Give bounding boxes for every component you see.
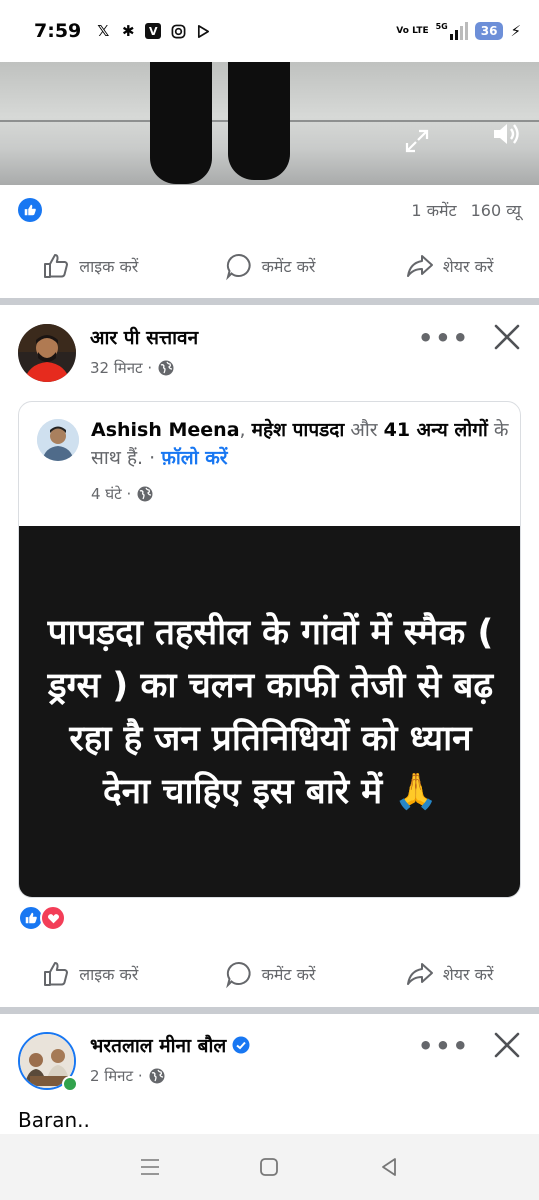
post-stats: 1 कमेंट 160 व्यू	[0, 185, 539, 235]
post-divider	[0, 298, 539, 305]
share-arrow-icon	[406, 255, 433, 277]
shared-post-tagline: Ashish Meena, महेश पापडदा और 41 अन्य लोग…	[91, 419, 509, 469]
comment-bubble-icon	[225, 253, 251, 281]
post-time[interactable]: 2 मिनट ·	[90, 1066, 143, 1086]
comment-label: कमेंट करें	[261, 965, 316, 984]
post2-action-bar: लाइक करें कमेंट करें शेयर करें	[0, 944, 539, 1004]
like-button[interactable]: लाइक करें	[0, 251, 180, 281]
love-icon	[40, 905, 66, 931]
more-options-button[interactable]: •••	[418, 324, 470, 352]
gear-icon: ✱	[121, 21, 135, 40]
close-icon[interactable]	[490, 320, 524, 354]
post-author[interactable]: भरतलाल मीना बौल	[90, 1032, 250, 1058]
shared-post-card[interactable]: Ashish Meena, महेश पापडदा और 41 अन्य लोग…	[18, 401, 521, 898]
post-meta: 2 मिनट ·	[90, 1066, 166, 1086]
online-status-indicator	[62, 1076, 78, 1092]
charging-icon: ⚡	[510, 22, 521, 40]
post3-header: भरतलाल मीना बौल 2 मिनट · •••	[18, 1032, 528, 1102]
avatar[interactable]	[18, 324, 76, 382]
thumbs-up-icon	[44, 962, 69, 986]
share-label: शेयर करें	[442, 257, 494, 276]
facebook-feed-screen: 7:59 𝕏 ✱ V Vo LTE 5G 36 ⚡ 1 कमेंट 160 व्…	[0, 0, 539, 1200]
comment-label: कमेंट करें	[261, 257, 316, 276]
tagged-name[interactable]: महेश पापडदा	[252, 419, 345, 441]
recent-apps-icon[interactable]	[137, 1154, 163, 1180]
post-meta: 32 मिनट ·	[90, 358, 175, 378]
shared-author-name[interactable]: Ashish Meena	[91, 419, 240, 441]
share-arrow-icon	[406, 963, 433, 985]
shared-post-time[interactable]: 4 घंटे ·	[91, 484, 131, 504]
globe-icon	[149, 1068, 165, 1084]
comment-button[interactable]: कमेंट करें	[180, 959, 360, 989]
like-icon[interactable]	[18, 198, 42, 222]
network-type: 5G	[435, 22, 448, 31]
shared-post-meta: 4 घंटे ·	[91, 484, 154, 504]
view-count: 160 व्यू	[470, 201, 521, 220]
shared-post-header: Ashish Meena, महेश पापडदा और 41 अन्य लोग…	[19, 402, 520, 526]
like-label: लाइक करें	[79, 257, 139, 276]
shared-post-image[interactable]: पापड़दा तहसील के गांवों में स्मैक ( ड्रग…	[19, 526, 520, 897]
post2-header: आर पी सत्तावन 32 मिनट · •••	[18, 324, 528, 394]
post-time[interactable]: 32 मिनट ·	[90, 358, 152, 378]
close-icon[interactable]	[490, 1028, 524, 1062]
follow-link[interactable]: फ़ॉलो करें	[161, 447, 227, 469]
volume-icon[interactable]	[490, 118, 522, 150]
comment-count[interactable]: 1 कमेंट	[411, 199, 456, 221]
share-button[interactable]: शेयर करें	[359, 251, 539, 281]
post-text: Baran..	[18, 1108, 90, 1132]
post-author[interactable]: आर पी सत्तावन	[90, 324, 198, 350]
like-button[interactable]: लाइक करें	[0, 959, 180, 989]
globe-icon	[137, 486, 153, 502]
share-label: शेयर करें	[442, 965, 494, 984]
status-right: Vo LTE 5G 36 ⚡	[396, 22, 521, 40]
comment-bubble-icon	[225, 961, 251, 989]
image-text: पापड़दा तहसील के गांवों में स्मैक ( ड्रग…	[47, 612, 494, 812]
video-player[interactable]	[0, 62, 539, 185]
verified-badge-icon	[232, 1036, 250, 1054]
thumbs-up-icon	[44, 254, 69, 278]
back-icon[interactable]	[376, 1154, 402, 1180]
post-divider	[0, 1007, 539, 1014]
x-icon: 𝕏	[97, 21, 110, 40]
fullscreen-icon[interactable]	[404, 128, 430, 154]
battery-indicator: 36	[474, 22, 504, 40]
post1-action-bar: लाइक करें कमेंट करें शेयर करें	[0, 236, 539, 296]
globe-icon	[158, 360, 174, 376]
system-nav-bar	[0, 1134, 539, 1200]
v-app-icon: V	[145, 23, 162, 39]
more-options-button[interactable]: •••	[418, 1032, 470, 1060]
post2-reactions[interactable]	[18, 905, 66, 931]
status-bar: 7:59 𝕏 ✱ V Vo LTE 5G 36 ⚡	[0, 0, 539, 62]
others-link[interactable]: 41 अन्य लोगों	[384, 419, 488, 441]
play-icon	[195, 23, 211, 39]
status-time: 7:59	[34, 20, 82, 42]
volte-indicator: Vo LTE	[396, 25, 429, 36]
signal-icon: 5G	[436, 22, 468, 40]
stats-counts: 1 कमेंट 160 व्यू	[411, 199, 521, 221]
share-button[interactable]: शेयर करें	[359, 959, 539, 989]
comment-button[interactable]: कमेंट करें	[180, 251, 360, 281]
notification-icons: 𝕏 ✱ V	[95, 23, 211, 39]
shared-author-avatar[interactable]	[37, 419, 79, 461]
home-icon[interactable]	[256, 1154, 282, 1180]
like-label: लाइक करें	[79, 965, 139, 984]
video-frame-person	[150, 62, 290, 185]
instagram-icon	[170, 23, 186, 39]
